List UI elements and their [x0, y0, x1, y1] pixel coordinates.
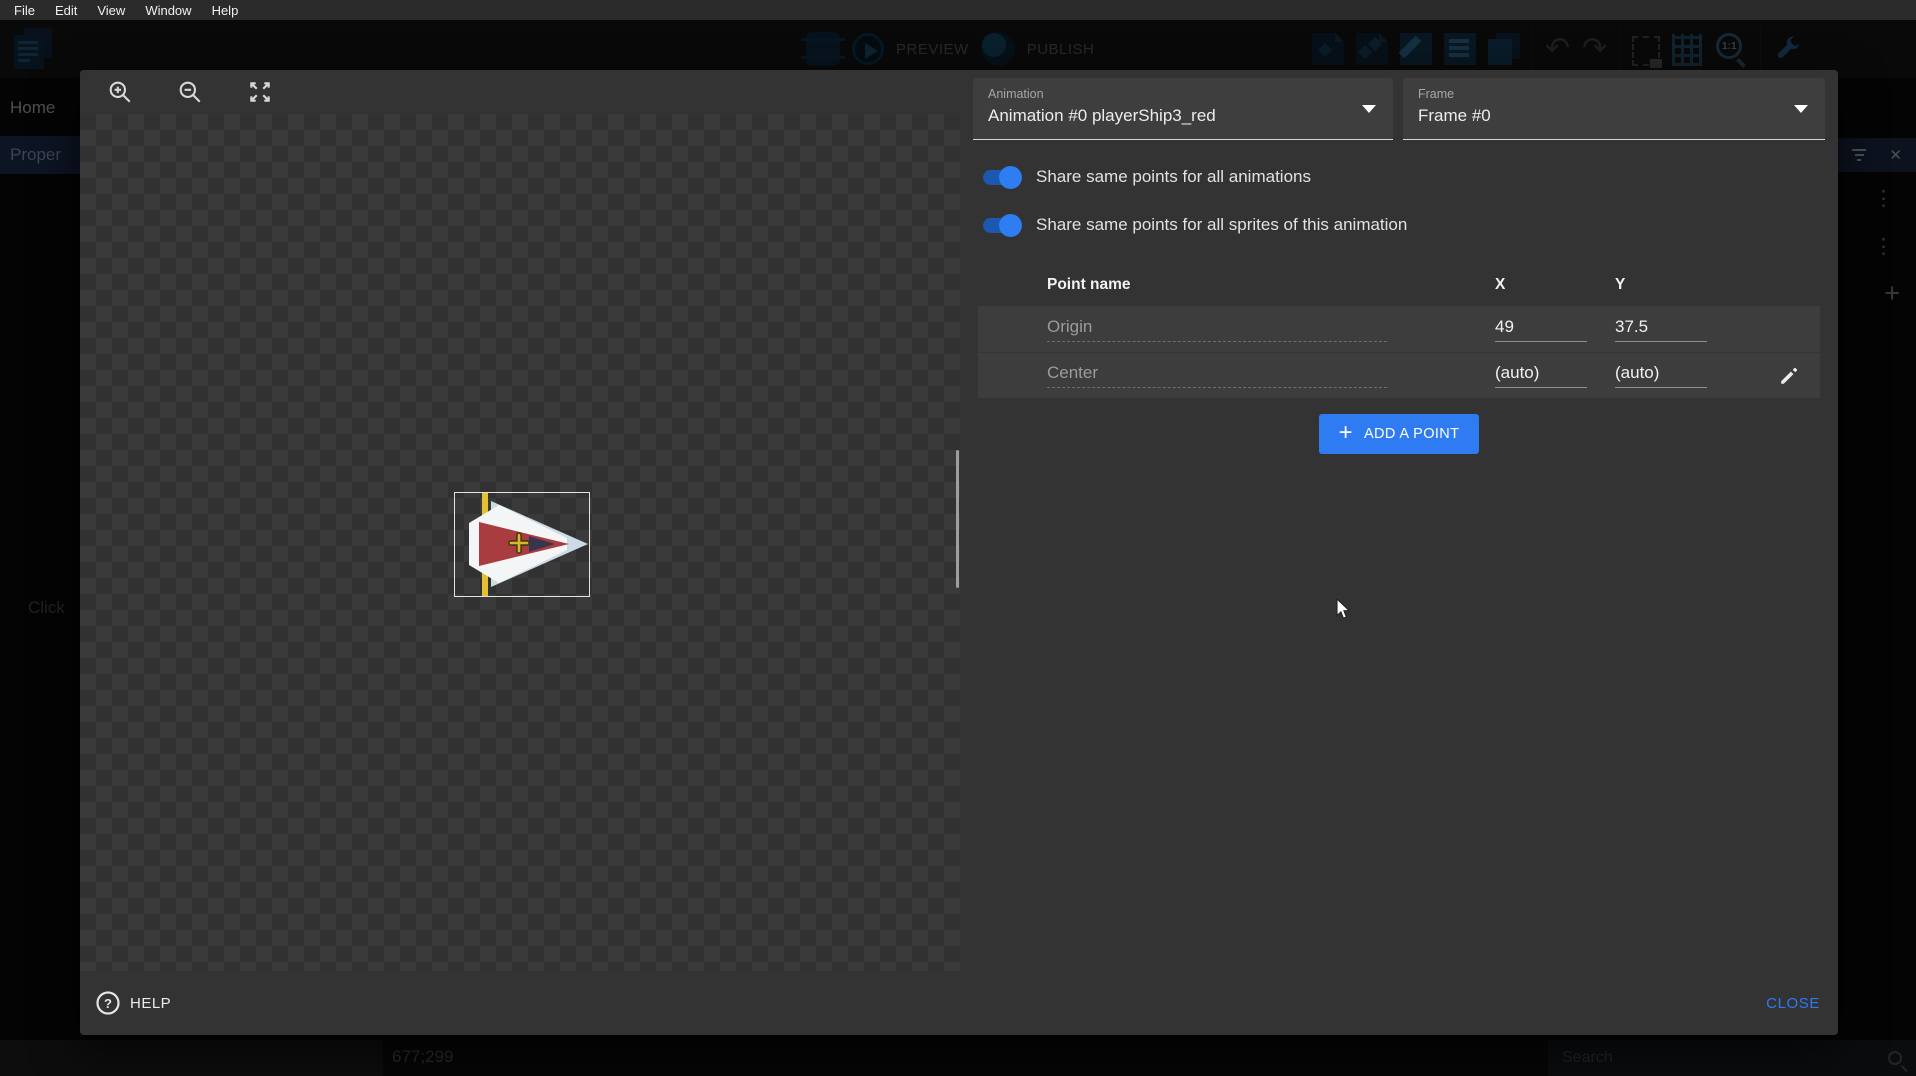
point-y-field[interactable]: (auto) — [1615, 363, 1707, 388]
canvas-scrollbar[interactable] — [956, 450, 959, 588]
canvas-toolbar — [80, 70, 960, 114]
point-name-field[interactable]: Origin — [1047, 317, 1387, 342]
menu-edit[interactable]: Edit — [45, 3, 87, 18]
toggle-label: Share same points for all sprites of thi… — [1036, 215, 1407, 235]
animation-select[interactable]: Animation Animation #0 playerShip3_red — [973, 78, 1393, 140]
chevron-down-icon — [1794, 105, 1808, 113]
chevron-down-icon — [1362, 105, 1376, 113]
plus-icon: + — [1339, 423, 1353, 443]
svg-text:?: ? — [104, 996, 112, 1011]
help-label: HELP — [130, 995, 171, 1012]
point-y-field[interactable]: 37.5 — [1615, 317, 1707, 342]
sprite-frame-image — [454, 492, 590, 597]
add-a-point-button[interactable]: + ADD A POINT — [1319, 414, 1480, 454]
frame-select-value: Frame #0 — [1418, 106, 1810, 126]
menu-help[interactable]: Help — [202, 3, 249, 18]
menu-file[interactable]: File — [4, 3, 45, 18]
menu-bar: File Edit View Window Help — [0, 0, 1916, 20]
pencil-icon — [1778, 365, 1800, 387]
add-a-point-label: ADD A POINT — [1364, 426, 1459, 442]
sprite-canvas-area — [80, 70, 960, 971]
point-x-field[interactable]: 49 — [1495, 317, 1587, 342]
share-points-animations-toggle[interactable] — [983, 170, 1019, 185]
menu-window[interactable]: Window — [135, 3, 201, 18]
header-x: X — [1495, 276, 1615, 294]
dialog-footer: ? HELP CLOSE — [80, 971, 1838, 1035]
edit-point-button[interactable] — [1774, 361, 1804, 391]
zoom-out-icon[interactable] — [176, 78, 204, 106]
points-table: Point name X Y Origin 49 37.5 Center (au… — [978, 264, 1820, 398]
table-row-origin: Origin 49 37.5 — [978, 306, 1820, 352]
edit-points-dialog: Animation Animation #0 playerShip3_red F… — [80, 70, 1838, 1035]
share-points-animations-row: Share same points for all animations — [983, 164, 1825, 190]
share-points-sprites-toggle[interactable] — [983, 218, 1019, 233]
question-circle-icon: ? — [95, 990, 121, 1016]
zoom-in-icon[interactable] — [106, 78, 134, 106]
point-name-field[interactable]: Center — [1047, 363, 1387, 388]
point-x-field[interactable]: (auto) — [1495, 363, 1587, 388]
points-table-header: Point name X Y — [978, 264, 1820, 306]
frame-select-label: Frame — [1418, 87, 1810, 101]
player-ship-sprite — [455, 493, 589, 596]
transparency-checkerboard[interactable] — [80, 114, 960, 971]
menu-view[interactable]: View — [87, 3, 135, 18]
fit-to-screen-icon[interactable] — [246, 78, 274, 106]
header-point-name: Point name — [978, 276, 1495, 294]
animation-select-value: Animation #0 playerShip3_red — [988, 106, 1378, 126]
points-panel: Animation Animation #0 playerShip3_red F… — [960, 70, 1838, 971]
share-points-sprites-row: Share same points for all sprites of thi… — [983, 212, 1825, 238]
frame-select[interactable]: Frame Frame #0 — [1403, 78, 1825, 140]
animation-select-label: Animation — [988, 87, 1378, 101]
close-button[interactable]: CLOSE — [1766, 995, 1820, 1012]
header-y: Y — [1615, 276, 1750, 294]
help-button[interactable]: ? HELP — [95, 990, 171, 1016]
toggle-label: Share same points for all animations — [1036, 167, 1311, 187]
table-row-center: Center (auto) (auto) — [978, 352, 1820, 398]
